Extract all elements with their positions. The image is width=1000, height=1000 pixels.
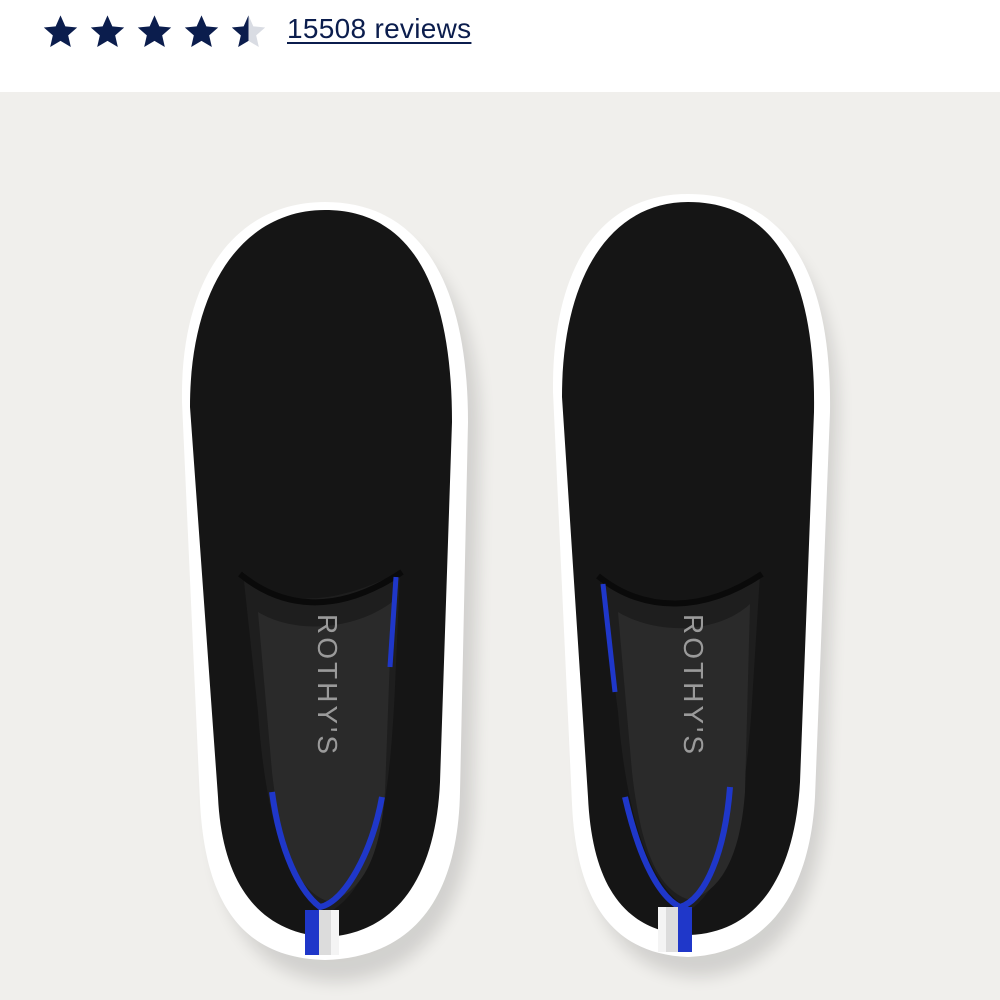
right-insole-brand: ROTHY'S xyxy=(678,614,709,757)
right-shoe: ROTHY'S xyxy=(552,194,839,977)
left-insole-brand: ROTHY'S xyxy=(312,614,343,757)
rating-summary: 15508 reviews xyxy=(0,0,1000,92)
star-full-icon xyxy=(184,15,219,48)
shoes-illustration: ROTHY'S ROTHY'S xyxy=(181,194,839,982)
left-shoe: ROTHY'S xyxy=(181,202,480,982)
star-full-icon xyxy=(90,15,125,48)
reviews-link[interactable]: 15508 reviews xyxy=(287,12,471,46)
star-full-icon xyxy=(137,15,172,48)
star-full-icon xyxy=(43,15,78,48)
star-rating xyxy=(38,12,271,52)
product-image[interactable]: ROTHY'S ROTHY'S xyxy=(0,92,1000,1000)
star-half-icon xyxy=(231,15,266,48)
